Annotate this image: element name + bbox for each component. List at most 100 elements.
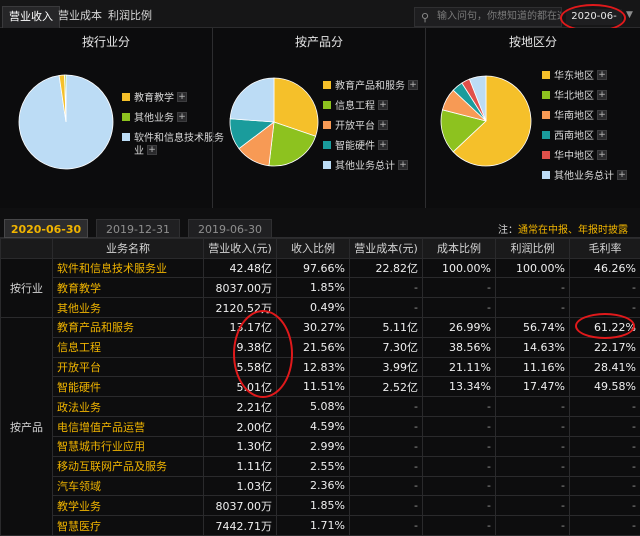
expand-plus-icon[interactable]: + bbox=[398, 160, 408, 170]
cell-cost-ratio: - bbox=[422, 435, 496, 457]
table-row[interactable]: 教育教学 8037.00万 1.85% - - - - bbox=[1, 277, 640, 299]
cell-business-name[interactable]: 智能硬件 bbox=[52, 376, 204, 398]
panel-title: 按产品分 bbox=[294, 35, 343, 49]
table-row[interactable]: 智慧医疗 7442.71万 1.71% - - - - bbox=[1, 515, 640, 536]
cell-revenue-ratio: 30.27% bbox=[276, 317, 350, 338]
cell-cost: - bbox=[349, 277, 423, 299]
table-row[interactable]: 智能硬件 5.01亿 11.51% 2.52亿 13.34% 17.47% 49.58% bbox=[1, 376, 640, 398]
header-profit-ratio[interactable]: 利润比例 bbox=[495, 238, 570, 259]
expand-plus-icon[interactable]: + bbox=[378, 120, 388, 130]
cell-revenue-ratio: 4.59% bbox=[276, 416, 350, 437]
expand-plus-icon[interactable]: + bbox=[408, 80, 418, 90]
cell-business-name[interactable]: 教育教学 bbox=[52, 277, 204, 299]
cell-business-name[interactable]: 其他业务 bbox=[52, 297, 204, 319]
cell-gross-margin: - bbox=[569, 475, 640, 497]
legend-swatch bbox=[122, 93, 130, 101]
header-cost-ratio[interactable]: 成本比例 bbox=[422, 238, 496, 259]
panel-title: 按地区分 bbox=[508, 35, 557, 49]
table-row[interactable]: 政法业务 2.21亿 5.08% - - - - bbox=[1, 396, 640, 418]
cell-profit-ratio: - bbox=[495, 475, 570, 497]
expand-plus-icon[interactable]: + bbox=[597, 70, 607, 80]
pie-charts-area: 按行业分 教育教学 + 其他业务 + 软件和信息技术服务 业 + 按产品分 教育产品和… bbox=[0, 28, 640, 208]
cell-revenue-ratio: 1.85% bbox=[276, 495, 350, 517]
expand-plus-icon[interactable]: + bbox=[177, 92, 187, 102]
cell-business-name[interactable]: 教学业务 bbox=[52, 495, 204, 517]
cell-business-name[interactable]: 智慧医疗 bbox=[52, 515, 204, 536]
header-cost[interactable]: 营业成本(元) bbox=[349, 238, 423, 259]
cell-business-name[interactable]: 教育产品和服务 bbox=[52, 317, 204, 338]
expand-plus-icon[interactable]: + bbox=[147, 145, 157, 155]
table-row[interactable]: 移动互联网产品及服务 1.11亿 2.55% - - - - bbox=[1, 455, 640, 477]
tab-period-2019-06-30[interactable]: 2019-06-30 bbox=[188, 219, 272, 238]
cell-profit-ratio: - bbox=[495, 495, 570, 517]
cell-cost: 22.82亿 bbox=[349, 257, 423, 279]
period-tab-bar: 2020-06-30 2019-12-31 2019-06-30 注：通常在中报… bbox=[0, 208, 640, 238]
expand-plus-icon[interactable]: + bbox=[597, 150, 607, 160]
table-row[interactable]: 其他业务 2120.52万 0.49% - - - - bbox=[1, 297, 640, 319]
legend-item: 信息工程 + bbox=[323, 100, 388, 114]
legend-label: 华南地区 bbox=[554, 111, 594, 122]
cell-profit-ratio: - bbox=[495, 277, 570, 299]
expand-plus-icon[interactable]: + bbox=[597, 130, 607, 140]
cell-profit-ratio: - bbox=[495, 455, 570, 477]
expand-plus-icon[interactable]: + bbox=[617, 170, 627, 180]
chevron-down-icon[interactable]: ▼ bbox=[626, 10, 633, 20]
header-revenue[interactable]: 营业收入(元) bbox=[203, 238, 277, 259]
legend-swatch bbox=[542, 91, 550, 99]
table-header-row: 业务名称 营业收入(元) 收入比例 营业成本(元) 成本比例 利润比例 毛利率 bbox=[0, 238, 640, 259]
table-row[interactable]: 按行业 软件和信息技术服务业 42.48亿 97.66% 22.82亿 100.00% 10… bbox=[0, 257, 640, 319]
legend-swatch bbox=[542, 131, 550, 139]
table-row[interactable]: 信息工程 9.38亿 21.56% 7.30亿 38.56% 14.63% 22.17% bbox=[1, 336, 640, 358]
legend-item: 华北地区 + bbox=[542, 90, 607, 104]
cell-profit-ratio: - bbox=[495, 416, 570, 437]
table-row[interactable]: 教学业务 8037.00万 1.85% - - - - bbox=[1, 495, 640, 517]
table-row[interactable]: 智慧城市行业应用 1.30亿 2.99% - - - - bbox=[1, 435, 640, 457]
cell-profit-ratio: - bbox=[495, 396, 570, 418]
cell-business-name[interactable]: 开放平台 bbox=[52, 356, 204, 378]
expand-plus-icon[interactable]: + bbox=[378, 100, 388, 110]
cell-business-name[interactable]: 信息工程 bbox=[52, 336, 204, 358]
search-icon: ⚲ bbox=[421, 11, 430, 24]
table-row[interactable]: 汽车领域 1.03亿 2.36% - - - - bbox=[1, 475, 640, 497]
header-gross-margin[interactable]: 毛利率 bbox=[569, 238, 640, 259]
tab-period-2020-06-30[interactable]: 2020-06-30 bbox=[4, 219, 88, 238]
expand-plus-icon[interactable]: + bbox=[177, 112, 187, 122]
legend-swatch bbox=[323, 161, 331, 169]
cell-business-name[interactable]: 移动互联网产品及服务 bbox=[52, 455, 204, 477]
cell-gross-margin: - bbox=[569, 416, 640, 437]
search-placeholder: 输入问句，你想知道的都在这里 bbox=[437, 11, 561, 22]
expand-plus-icon[interactable]: + bbox=[597, 110, 607, 120]
cell-cost: - bbox=[349, 495, 423, 517]
cell-profit-ratio: - bbox=[495, 515, 570, 536]
cell-cost-ratio: - bbox=[422, 416, 496, 437]
tab-profit-ratio[interactable]: 利润比例 bbox=[102, 7, 158, 25]
tab-period-2019-12-31[interactable]: 2019-12-31 bbox=[96, 219, 180, 238]
table-row[interactable]: 开放平台 5.58亿 12.83% 3.99亿 21.11% 11.16% 28.41% bbox=[1, 356, 640, 378]
cell-revenue: 2120.52万 bbox=[203, 297, 277, 319]
legend-label: 教育产品和服务 bbox=[335, 81, 405, 92]
legend-label: 其他业务 bbox=[134, 113, 174, 124]
top-tab-bar: 营业收入 营业成本 利润比例 ⚲ 输入问句，你想知道的都在这里 2020-06-… bbox=[0, 0, 640, 38]
cell-business-name[interactable]: 汽车领域 bbox=[52, 475, 204, 497]
header-revenue-ratio[interactable]: 收入比例 bbox=[276, 238, 350, 259]
cell-business-name[interactable]: 智慧城市行业应用 bbox=[52, 435, 204, 457]
expand-plus-icon[interactable]: + bbox=[597, 90, 607, 100]
cell-revenue: 2.21亿 bbox=[203, 396, 277, 418]
table-row[interactable]: 按产品 教育产品和服务 13.17亿 30.27% 5.11亿 26.99% 56.74% 6… bbox=[0, 317, 640, 536]
expand-plus-icon[interactable]: + bbox=[378, 140, 388, 150]
pie-slice[interactable] bbox=[229, 77, 275, 123]
cell-cost: - bbox=[349, 297, 423, 319]
cell-business-name[interactable]: 软件和信息技术服务业 bbox=[52, 257, 204, 279]
legend-item: 其他业务 + bbox=[122, 112, 187, 126]
tab-cost[interactable]: 营业成本 bbox=[52, 7, 108, 25]
cell-revenue: 1.30亿 bbox=[203, 435, 277, 457]
table-body: 按行业 软件和信息技术服务业 42.48亿 97.66% 22.82亿 100.00% 10… bbox=[0, 257, 640, 536]
table-row[interactable]: 电信增值产品运营 2.00亿 4.59% - - - - bbox=[1, 416, 640, 437]
legend-item: 其他业务总计 + bbox=[542, 170, 627, 184]
cell-business-name[interactable]: 政法业务 bbox=[52, 396, 204, 418]
legend-item: 西南地区 + bbox=[542, 130, 607, 144]
cell-cost: - bbox=[349, 475, 423, 497]
cell-business-name[interactable]: 电信增值产品运营 bbox=[52, 416, 204, 437]
search-input[interactable]: ⚲ 输入问句，你想知道的都在这里 bbox=[414, 7, 562, 27]
cell-cost: 2.52亿 bbox=[349, 376, 423, 398]
